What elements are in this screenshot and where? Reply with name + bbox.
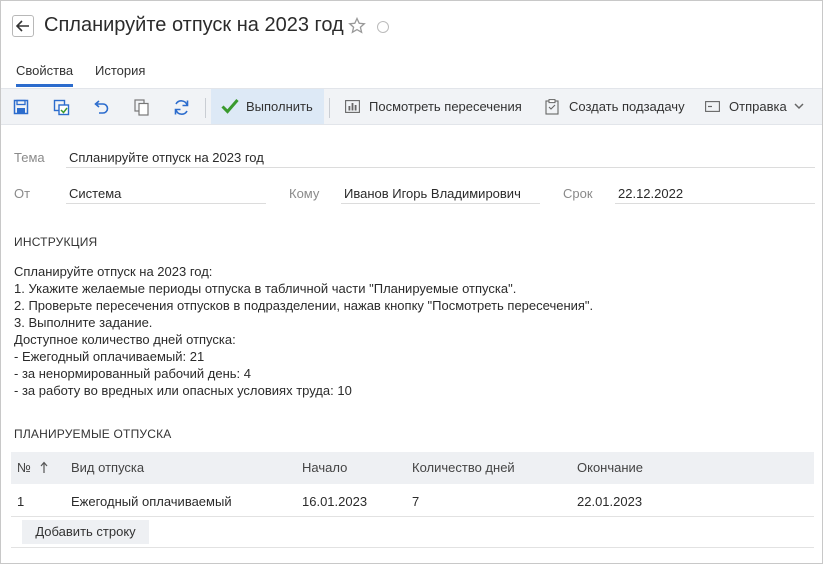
refresh-icon xyxy=(174,99,188,115)
instruction-line: - Ежегодный оплачиваемый: 21 xyxy=(14,349,205,364)
instruction-line: 2. Проверьте пересечения отпусков в подр… xyxy=(14,298,594,313)
table-cell-num[interactable]: 1 xyxy=(17,494,24,509)
save-button[interactable] xyxy=(12,98,30,116)
copy-icon xyxy=(133,98,149,116)
table-bottom-divider xyxy=(11,547,814,548)
subtask-icon xyxy=(545,98,559,115)
to-field[interactable]: Иванов Игорь Владимирович xyxy=(344,186,521,201)
table-cell-type[interactable]: Ежегодный оплачиваемый xyxy=(71,494,232,509)
toolbar: Выполнить Посмотреть пересечения Создать… xyxy=(1,88,822,125)
arrow-left-icon xyxy=(16,20,29,32)
page-title: Спланируйте отпуск на 2023 год xyxy=(44,14,344,36)
checkmark-icon xyxy=(221,99,239,114)
table-cell-days[interactable]: 7 xyxy=(412,494,419,509)
instruction-line: 1. Укажите желаемые периоды отпуска в та… xyxy=(14,281,517,296)
star-icon[interactable] xyxy=(348,17,366,35)
table-cell-start[interactable]: 16.01.2023 xyxy=(302,494,367,509)
instruction-line: Доступное количество дней отпуска: xyxy=(14,332,236,347)
table-cell-end[interactable]: 22.01.2023 xyxy=(577,494,642,509)
create-subtask-button[interactable]: Создать подзадачу xyxy=(545,89,685,124)
send-label: Отправка xyxy=(729,99,787,114)
status-circle-icon[interactable] xyxy=(377,21,389,33)
floppy-disk-icon xyxy=(13,99,29,115)
sort-arrow-up-icon[interactable] xyxy=(40,461,48,474)
bar-chart-icon xyxy=(345,100,360,113)
save-close-icon xyxy=(53,99,69,115)
tab-history[interactable]: История xyxy=(95,63,145,78)
instruction-heading: ИНСТРУКЦИЯ xyxy=(14,235,98,249)
refresh-button[interactable] xyxy=(172,98,190,116)
send-icon xyxy=(705,101,720,112)
instruction-line: Спланируйте отпуск на 2023 год: xyxy=(14,264,213,279)
subject-label: Тема xyxy=(14,150,45,165)
column-header-end[interactable]: Окончание xyxy=(577,460,643,475)
table-row-divider xyxy=(11,516,814,517)
column-header-type[interactable]: Вид отпуска xyxy=(71,460,144,475)
back-button[interactable] xyxy=(12,15,34,37)
subject-field[interactable]: Спланируйте отпуск на 2023 год xyxy=(69,150,264,165)
from-underline xyxy=(66,203,266,204)
toolbar-separator xyxy=(329,98,330,118)
save-and-close-button[interactable] xyxy=(52,98,70,116)
view-intersections-button[interactable]: Посмотреть пересечения xyxy=(345,89,522,124)
from-label: От xyxy=(14,186,31,201)
view-intersections-label: Посмотреть пересечения xyxy=(369,99,522,114)
to-underline xyxy=(341,203,540,204)
task-window: Спланируйте отпуск на 2023 год Свойства … xyxy=(0,0,823,564)
vacations-heading: ПЛАНИРУЕМЫЕ ОТПУСКА xyxy=(14,427,172,441)
execute-label: Выполнить xyxy=(246,99,313,114)
create-subtask-label: Создать подзадачу xyxy=(569,99,685,114)
instruction-line: - за ненормированный рабочий день: 4 xyxy=(14,366,251,381)
tab-properties[interactable]: Свойства xyxy=(16,63,73,78)
subject-underline xyxy=(66,167,815,168)
execute-button[interactable]: Выполнить xyxy=(211,89,324,124)
due-field[interactable]: 22.12.2022 xyxy=(618,186,683,201)
toolbar-separator xyxy=(205,98,206,118)
column-header-start[interactable]: Начало xyxy=(302,460,347,475)
active-tab-indicator xyxy=(16,84,73,87)
column-header-days[interactable]: Количество дней xyxy=(412,460,515,475)
undo-icon xyxy=(94,100,109,114)
column-header-num[interactable]: № xyxy=(17,460,31,475)
due-underline xyxy=(615,203,815,204)
from-field[interactable]: Система xyxy=(69,186,121,201)
undo-button[interactable] xyxy=(92,98,110,116)
instruction-text: Спланируйте отпуск на 2023 год: 1. Укажи… xyxy=(14,263,593,399)
instruction-line: 3. Выполните задание. xyxy=(14,315,153,330)
to-label: Кому xyxy=(289,186,320,201)
add-row-button[interactable]: Добавить строку xyxy=(22,520,149,544)
chevron-down-icon xyxy=(794,103,804,110)
send-dropdown-button[interactable]: Отправка xyxy=(705,89,804,124)
due-label: Срок xyxy=(563,186,593,201)
instruction-line: - за работу во вредных или опасных услов… xyxy=(14,383,352,398)
copy-button[interactable] xyxy=(132,98,150,116)
